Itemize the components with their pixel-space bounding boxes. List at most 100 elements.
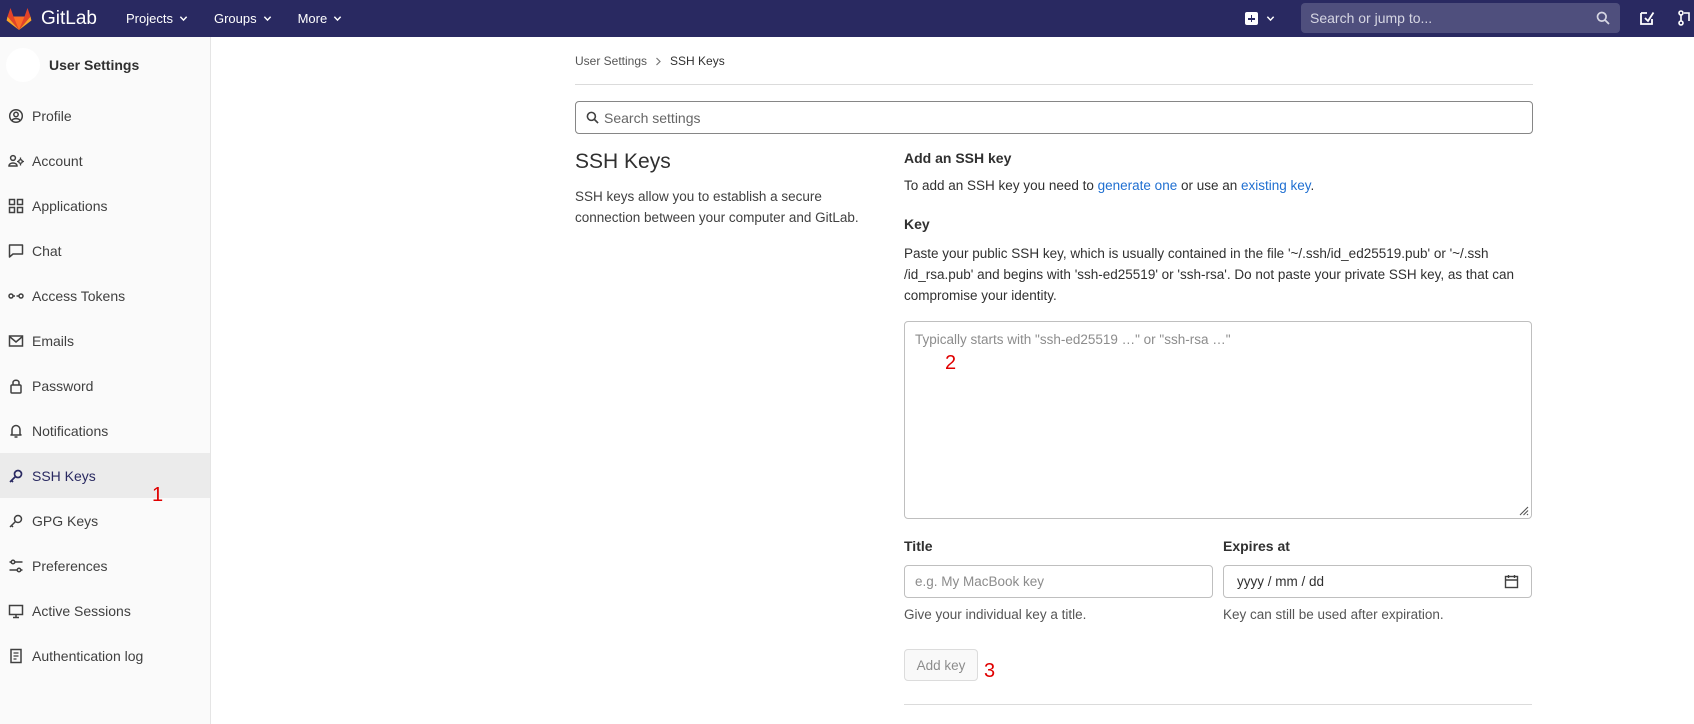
add-key-text-prefix: To add an SSH key you need to <box>904 178 1098 193</box>
sidebar-item-label: Profile <box>32 107 72 124</box>
add-key-text: To add an SSH key you need to generate o… <box>904 178 1314 193</box>
breadcrumb: User Settings SSH Keys <box>575 54 725 68</box>
key-textarea-wrap <box>904 321 1532 519</box>
topbar-actions <box>1245 0 1275 37</box>
resize-handle-icon[interactable] <box>1517 504 1529 516</box>
menu-groups[interactable]: Groups <box>214 11 272 26</box>
plus-square-icon <box>1245 12 1258 25</box>
sidebar-item-chat[interactable]: Chat <box>0 228 210 273</box>
menu-projects[interactable]: Projects <box>126 11 188 26</box>
sidebar-item-password[interactable]: Password <box>0 363 210 408</box>
sidebar-item-label: Access Tokens <box>32 287 126 304</box>
generate-one-link[interactable]: generate one <box>1098 178 1178 193</box>
profile-icon <box>8 108 24 123</box>
bell-icon <box>10 424 22 438</box>
chevron-down-icon <box>1266 16 1275 22</box>
sidebar-item-label: Notifications <box>32 422 109 439</box>
menu-groups-label: Groups <box>213 11 257 26</box>
chevron-right-icon <box>656 57 661 65</box>
sidebar-item-label: SSH Keys <box>32 467 96 484</box>
gitlab-fox-icon <box>6 7 32 30</box>
sidebar-item-label: Emails <box>32 332 75 349</box>
chat-icon <box>8 243 24 258</box>
sidebar-item-active-sessions[interactable]: Active Sessions <box>0 588 210 633</box>
breadcrumb-current[interactable]: SSH Keys <box>670 54 725 68</box>
add-key-button[interactable]: Add key <box>904 649 978 681</box>
key-icon <box>9 469 23 483</box>
expires-label: Expires at <box>1223 538 1290 554</box>
chevron-down-icon <box>179 16 188 22</box>
title-input-wrap <box>904 565 1213 598</box>
key-label: Key <box>904 216 930 232</box>
search-icon <box>586 111 599 124</box>
todo-icon[interactable] <box>1639 10 1655 26</box>
sidebar-item-label: Authentication log <box>32 647 144 664</box>
gitlab-logo[interactable]: GitLab <box>6 7 97 31</box>
section-description: SSH keys allow you to establish a secure… <box>575 189 859 225</box>
divider <box>904 704 1532 705</box>
sidebar-item-authentication-log[interactable]: Authentication log <box>0 633 210 678</box>
global-search <box>1301 3 1620 33</box>
brand-name: GitLab <box>41 7 97 29</box>
global-search-input[interactable] <box>1301 3 1620 33</box>
divider <box>575 84 1533 85</box>
menu-more[interactable]: More <box>298 11 343 26</box>
main-menu: Projects Groups More <box>126 11 368 26</box>
top-navbar: GitLab Projects Groups More <box>0 0 1694 37</box>
sidebar-title: User Settings <box>49 57 140 73</box>
title-help-text: Give your individual key a title. <box>904 607 1087 622</box>
section-title: SSH Keys <box>575 150 671 173</box>
add-key-text-middle: or use an <box>1177 178 1242 193</box>
menu-projects-label: Projects <box>125 11 173 26</box>
add-key-text-suffix: . <box>1310 178 1315 193</box>
expires-input[interactable] <box>1224 566 1531 597</box>
existing-key-link[interactable]: existing key <box>1241 178 1311 193</box>
key-icon <box>9 514 23 528</box>
sidebar-item-profile[interactable]: Profile <box>0 93 210 138</box>
title-input[interactable] <box>905 566 1212 597</box>
chevron-down-icon <box>334 16 342 22</box>
sidebar-header[interactable]: User Settings <box>0 37 210 93</box>
search-icon <box>1596 11 1610 25</box>
key-textarea[interactable] <box>905 322 1531 518</box>
sidebar-item-emails[interactable]: Emails <box>0 318 210 363</box>
add-key-heading: Add an SSH key <box>904 150 1012 166</box>
envelope-icon <box>8 334 24 347</box>
settings-search <box>575 101 1533 134</box>
monitor-icon <box>8 604 24 618</box>
sidebar-item-notifications[interactable]: Notifications <box>0 408 210 453</box>
sidebar-item-label: Chat <box>32 242 62 259</box>
account-icon <box>8 154 24 167</box>
sidebar-item-applications[interactable]: Applications <box>0 183 210 228</box>
title-label: Title <box>904 538 933 554</box>
preferences-icon <box>9 558 23 573</box>
sidebar-item-label: Preferences <box>32 557 108 574</box>
sidebar-item-ssh-keys[interactable]: SSH Keys <box>0 453 210 498</box>
sidebar-item-label: Account <box>32 152 83 169</box>
sidebar-item-preferences[interactable]: Preferences <box>0 543 210 588</box>
new-dropdown-button[interactable] <box>1245 12 1275 25</box>
lock-icon <box>10 379 22 394</box>
sidebar-item-account[interactable]: Account <box>0 138 210 183</box>
avatar <box>6 48 40 82</box>
annotation-marker-3: 3 <box>984 660 996 682</box>
settings-search-input[interactable] <box>576 102 1532 133</box>
sidebar-item-label: GPG Keys <box>32 512 99 529</box>
menu-more-label: More <box>297 11 328 26</box>
sidebar-item-access-tokens[interactable]: Access Tokens <box>0 273 210 318</box>
token-icon <box>8 292 24 299</box>
applications-icon <box>8 198 24 213</box>
settings-sidebar: User Settings Profile Account Applicatio… <box>0 37 211 724</box>
sidebar-nav: Profile Account Applications Chat Access… <box>0 93 210 678</box>
log-icon <box>10 648 22 663</box>
key-help-text: Paste your public SSH key, which is usua… <box>904 246 1514 303</box>
breadcrumb-parent[interactable]: User Settings <box>575 54 647 68</box>
sidebar-item-label: Active Sessions <box>32 602 131 619</box>
expires-input-wrap <box>1223 565 1532 598</box>
annotation-marker-2: 2 <box>945 352 957 374</box>
calendar-icon[interactable] <box>1504 574 1519 589</box>
annotation-marker-1: 1 <box>152 484 164 506</box>
sidebar-item-gpg-keys[interactable]: GPG Keys <box>0 498 210 543</box>
expires-help-text: Key can still be used after expiration. <box>1223 607 1444 622</box>
merge-request-icon[interactable] <box>1677 10 1693 26</box>
